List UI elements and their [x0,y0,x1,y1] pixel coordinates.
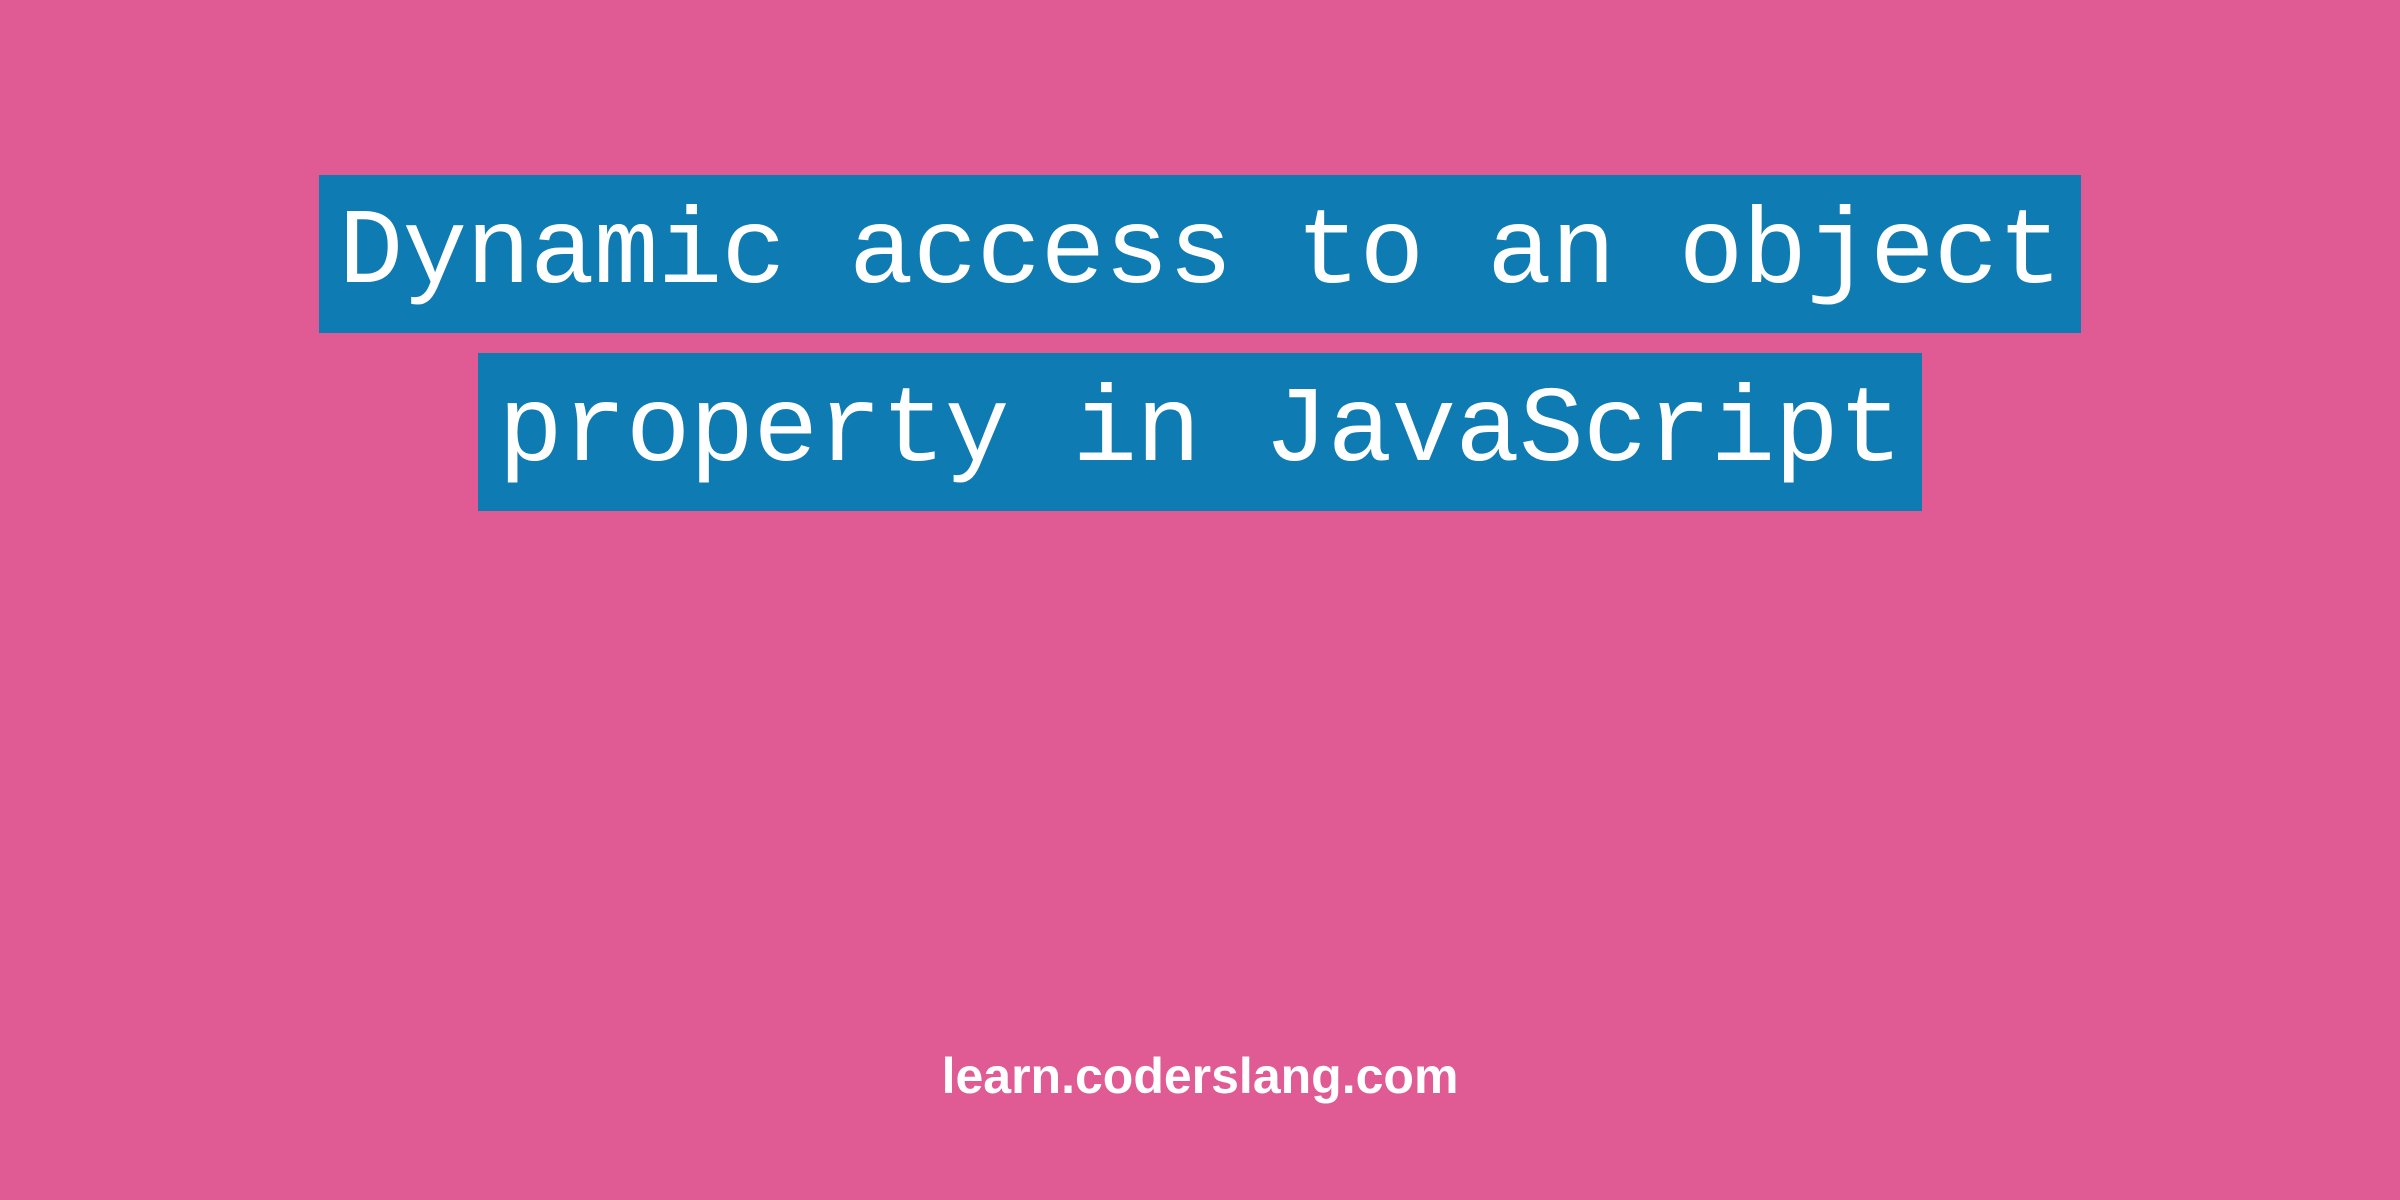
page-title-container: Dynamic access to an object property in … [160,165,2240,521]
page-title: Dynamic access to an object property in … [319,175,2082,511]
footer-link: learn.coderslang.com [942,1047,1459,1105]
